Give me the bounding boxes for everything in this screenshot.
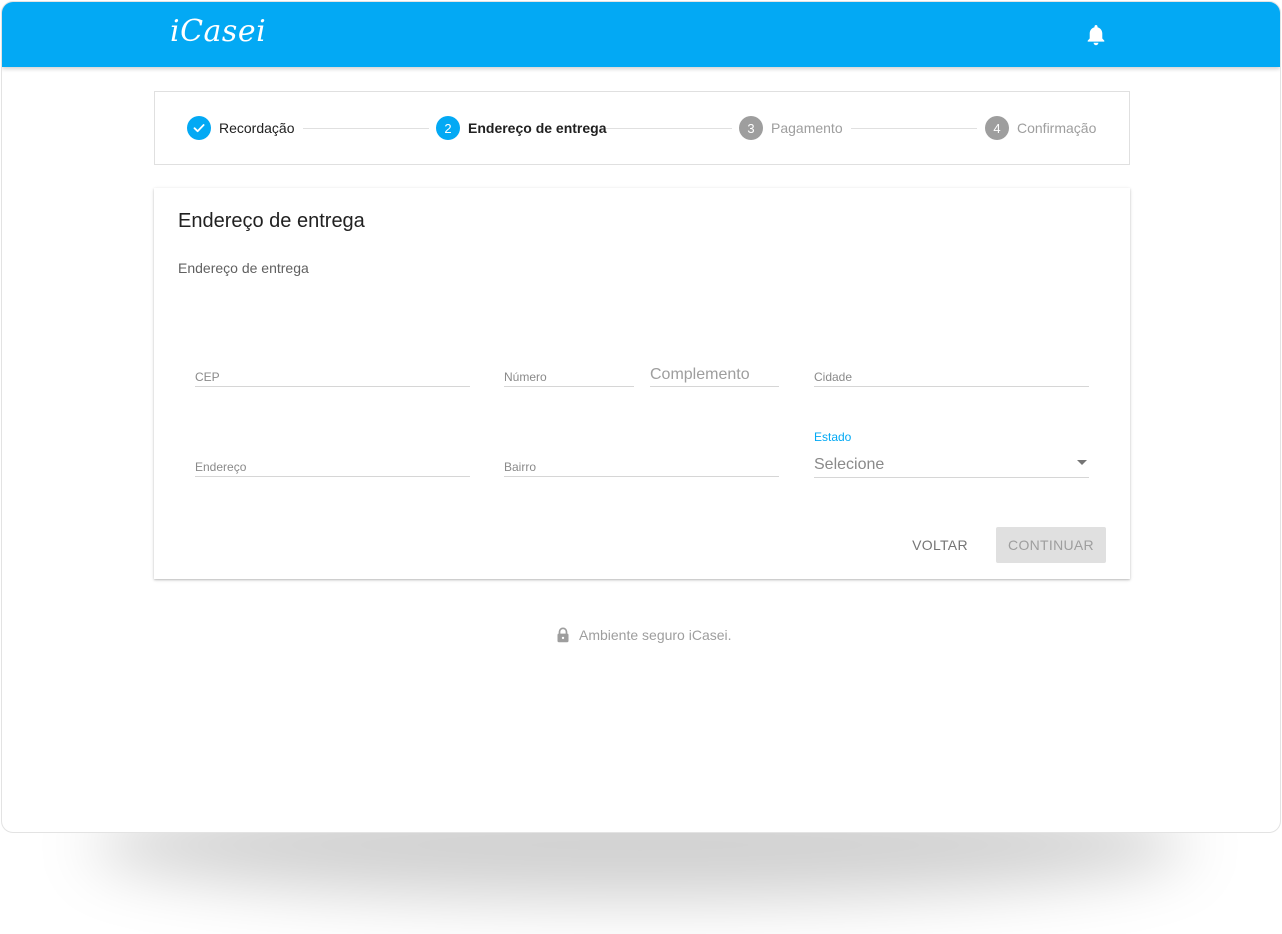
- numero-input[interactable]: [504, 370, 634, 384]
- section-subtitle: Endereço de entrega: [178, 260, 309, 276]
- secure-environment-note: Ambiente seguro iCasei.: [556, 627, 732, 643]
- cep-input[interactable]: [195, 370, 470, 384]
- step-confirmacao[interactable]: 4 Confirmação: [985, 116, 1096, 140]
- browser-window: iCasei Recordação 2 Endereço de entrega …: [1, 1, 1281, 833]
- step-label: Endereço de entrega: [468, 120, 607, 136]
- bairro-field: [504, 455, 779, 477]
- step-pagamento[interactable]: 3 Pagamento: [739, 116, 843, 140]
- cidade-field: [814, 365, 1089, 387]
- step-connector: [606, 128, 732, 129]
- address-card: Endereço de entrega Endereço de entrega …: [154, 188, 1130, 579]
- step-label: Confirmação: [1017, 120, 1097, 136]
- step-label: Pagamento: [771, 120, 843, 136]
- step-number: 2: [436, 116, 460, 140]
- check-icon: [187, 116, 211, 140]
- bell-icon[interactable]: [1085, 23, 1107, 47]
- step-recordacao[interactable]: Recordação: [187, 116, 295, 140]
- step-connector: [303, 128, 429, 129]
- estado-label: Estado: [814, 430, 852, 444]
- continue-button[interactable]: CONTINUAR: [996, 527, 1106, 563]
- card-title: Endereço de entrega: [178, 210, 365, 232]
- cep-field: [195, 365, 470, 387]
- secure-text: Ambiente seguro iCasei.: [579, 627, 732, 643]
- step-endereco[interactable]: 2 Endereço de entrega: [436, 116, 607, 140]
- complemento-field: [650, 365, 779, 387]
- complemento-input[interactable]: [650, 366, 779, 384]
- endereco-field: [195, 455, 470, 477]
- numero-field: [504, 365, 634, 387]
- icasei-logo[interactable]: iCasei: [170, 14, 266, 49]
- estado-selected-value: Selecione: [814, 456, 885, 473]
- back-button[interactable]: VOLTAR: [902, 527, 978, 563]
- checkout-stepper: Recordação 2 Endereço de entrega 3 Pagam…: [154, 91, 1130, 165]
- step-label: Recordação: [219, 120, 295, 136]
- lock-icon: [556, 627, 570, 643]
- dropdown-arrow-icon: [1077, 460, 1087, 465]
- estado-select[interactable]: Selecione: [814, 452, 1089, 478]
- bairro-input[interactable]: [504, 460, 779, 474]
- step-number: 4: [985, 116, 1009, 140]
- step-number: 3: [739, 116, 763, 140]
- endereco-input[interactable]: [195, 460, 470, 474]
- step-connector: [851, 128, 977, 129]
- cidade-input[interactable]: [814, 370, 1089, 384]
- top-app-bar: iCasei: [2, 2, 1280, 67]
